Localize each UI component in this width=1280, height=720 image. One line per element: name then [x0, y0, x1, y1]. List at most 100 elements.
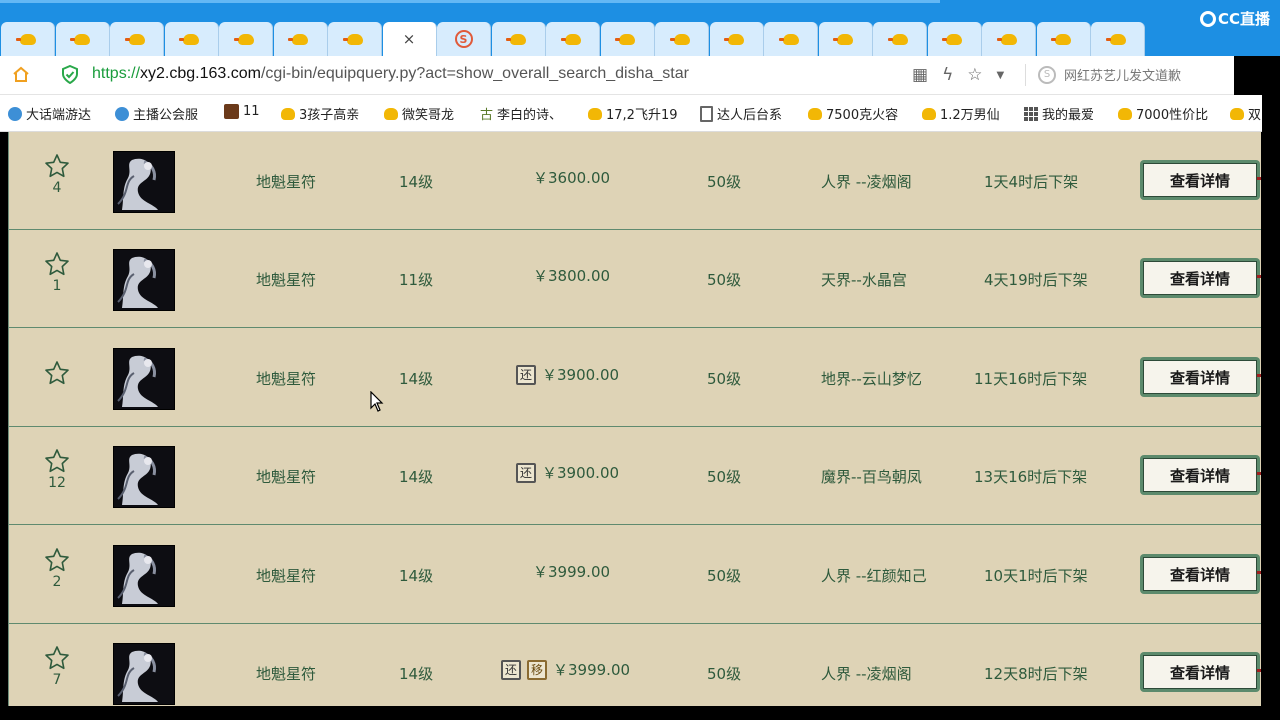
browser-tab[interactable] [219, 22, 273, 56]
browser-tab[interactable] [600, 22, 655, 56]
browser-tab[interactable] [709, 22, 764, 56]
star-bookmark-icon[interactable]: ☆ [967, 65, 982, 85]
bookmark-item[interactable]: 微笑哥龙 [384, 104, 454, 123]
bookmark-item[interactable]: 17,2飞升19 [588, 104, 678, 123]
bookmark-item[interactable]: 7500克火容 [808, 104, 898, 123]
bookmark-item[interactable]: 大话端游达 [8, 104, 91, 123]
bookmark-label: 7500克火容 [826, 108, 899, 123]
bookmark-label: 7000性价比 [1136, 108, 1209, 123]
bookmark-item[interactable]: 3孩子高亲 [281, 104, 359, 123]
bookmark-item[interactable]: 11 [224, 104, 260, 119]
browser-tab[interactable] [1036, 22, 1091, 56]
favorite-star-icon[interactable] [44, 448, 70, 474]
server-name: 人界 --红颜知己 [821, 567, 927, 585]
favorite-cell: 1 [43, 251, 71, 294]
table-row: 1 地魁星符 11级 ￥3800.00 50级 天界--水晶宫 4天19时后下架 查看详情 [9, 229, 1261, 328]
button-ornament [1257, 472, 1261, 475]
browser-tab[interactable] [1091, 22, 1145, 56]
browser-tab[interactable] [164, 22, 219, 56]
view-details-button[interactable]: 查看详情 [1140, 160, 1261, 200]
browser-tab[interactable] [927, 22, 982, 56]
sogou-favicon-icon: S [454, 30, 473, 48]
bookmark-item[interactable]: 达人后台系 [700, 104, 782, 123]
address-actions: ▦ ϟ ☆ ▼ [912, 65, 1004, 85]
bookmark-item[interactable]: 古李白的诗、 [480, 104, 562, 123]
chick-favicon-icon [233, 33, 254, 45]
chick-favicon-icon [778, 33, 799, 45]
bookmark-item[interactable]: 主播公会服 [115, 104, 198, 123]
favorite-star-icon[interactable] [44, 547, 70, 573]
browser-tab[interactable] [491, 22, 546, 56]
browser-tab[interactable] [328, 22, 382, 56]
item-thumbnail[interactable] [113, 151, 175, 213]
price-cell: 还移 ￥3999.00 [501, 659, 630, 680]
chick-favicon-icon [560, 33, 581, 45]
browser-tab[interactable]: × [382, 22, 437, 56]
view-details-button[interactable]: 查看详情 [1140, 554, 1261, 594]
secure-shield-icon[interactable] [62, 65, 78, 84]
time-left: 12天8时后下架 [984, 665, 1088, 683]
favorite-cell [43, 360, 71, 386]
browser-tab[interactable] [110, 22, 164, 56]
close-icon[interactable]: × [403, 30, 416, 48]
bookmark-item[interactable]: 我的最爱 [1024, 104, 1094, 123]
bookmark-item[interactable]: 7000性价比 [1118, 104, 1208, 123]
chick-favicon-icon [669, 33, 690, 45]
favorite-star-icon[interactable] [44, 251, 70, 277]
item-thumbnail[interactable] [113, 545, 175, 607]
transfer-badge: 移 [527, 659, 547, 680]
browser-tab[interactable]: S [437, 22, 491, 56]
server-name: 地界--云山梦忆 [821, 370, 922, 388]
item-thumbnail[interactable] [113, 643, 175, 705]
blue-icon [8, 106, 22, 121]
table-row: 12 地魁星符 14级 还 ￥3900.00 50级 魔界--百鸟朝凤 13天16时后下架 查看… [9, 426, 1261, 525]
view-details-button[interactable]: 查看详情 [1140, 258, 1261, 298]
lightning-icon[interactable]: ϟ [942, 65, 953, 85]
browser-tab[interactable] [273, 22, 328, 56]
table-row: 地魁星符 14级 还 ￥3900.00 50级 地界--云山梦忆 11天16时后下架 查看详情 [9, 328, 1261, 427]
favorite-star-icon[interactable] [44, 645, 70, 671]
browser-tab[interactable] [55, 22, 110, 56]
item-level: 14级 [399, 370, 434, 388]
favorite-star-icon[interactable] [44, 360, 70, 386]
browser-tab[interactable] [982, 22, 1036, 56]
qr-code-icon[interactable]: ▦ [912, 65, 928, 85]
browser-tab[interactable] [764, 22, 818, 56]
view-details-label: 查看详情 [1143, 261, 1257, 295]
chick-favicon-icon [996, 33, 1017, 45]
chick-icon [281, 107, 295, 120]
return-badge: 还 [501, 659, 521, 680]
item-thumbnail[interactable] [113, 348, 175, 410]
view-details-button[interactable]: 查看详情 [1140, 652, 1261, 692]
required-level: 50级 [707, 567, 742, 585]
bookmark-item[interactable]: 1.2万男仙 [922, 104, 1000, 123]
browser-tab[interactable] [546, 22, 600, 56]
browser-tab[interactable] [1, 22, 55, 56]
search-box[interactable]: S 网红苏艺儿发文道歉 [1038, 65, 1181, 84]
sogou-search-icon: S [1038, 65, 1056, 84]
item-price: ￥3999.00 [533, 563, 611, 581]
chick-icon [808, 107, 822, 120]
listing-table: 4 地魁星符 14级 ￥3600.00 50级 人界 --凌烟阁 1天4时后下架 查看详情 1 地… [8, 132, 1261, 706]
bookmark-label: 1.2万男仙 [940, 108, 1000, 123]
view-details-button[interactable]: 查看详情 [1140, 455, 1261, 495]
home-icon[interactable] [12, 66, 30, 83]
bookmark-item[interactable]: 双 [1230, 104, 1261, 123]
chick-favicon-icon [1105, 33, 1126, 45]
item-thumbnail[interactable] [113, 446, 175, 508]
favorite-star-icon[interactable] [44, 153, 70, 179]
browser-tab[interactable] [873, 22, 927, 56]
bookmark-label: 11 [243, 104, 260, 119]
item-name: 地魁星符 [256, 370, 317, 388]
time-left: 13天16时后下架 [974, 468, 1088, 486]
browser-tab[interactable] [818, 22, 873, 56]
url-field[interactable]: https://xy2.cbg.163.com/cgi-bin/equipque… [92, 65, 689, 83]
browser-tab[interactable] [655, 22, 709, 56]
item-thumbnail[interactable] [113, 249, 175, 311]
time-left: 11天16时后下架 [974, 370, 1088, 388]
chevron-down-icon[interactable]: ▼ [997, 70, 1005, 81]
view-details-button[interactable]: 查看详情 [1140, 357, 1261, 397]
chick-favicon-icon [124, 33, 145, 45]
time-left: 1天4时后下架 [984, 173, 1079, 191]
bookmark-label: 达人后台系 [717, 108, 783, 123]
